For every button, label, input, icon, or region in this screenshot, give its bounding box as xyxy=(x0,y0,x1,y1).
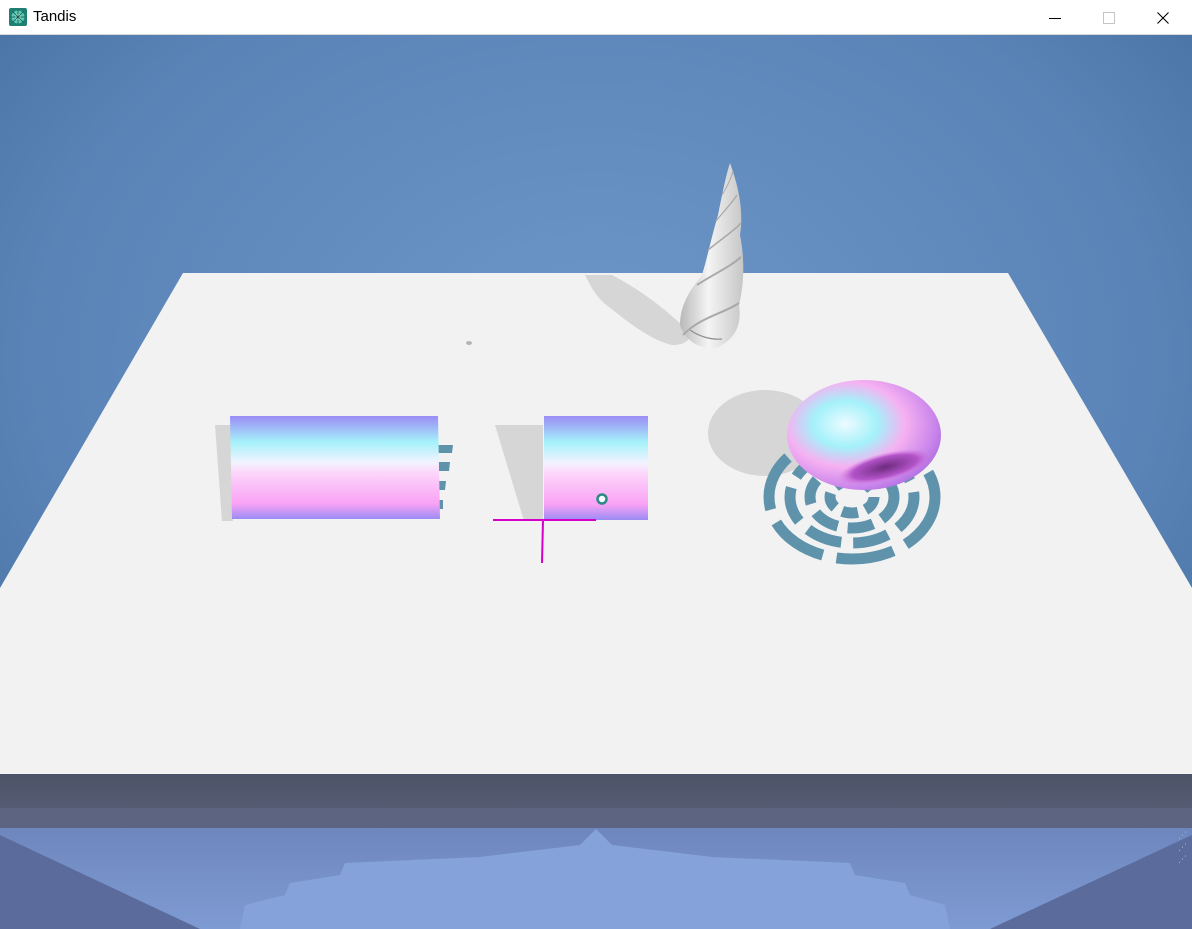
minimize-button[interactable] xyxy=(1028,0,1082,35)
window-title: Tandis xyxy=(33,8,77,25)
table-surface[interactable] xyxy=(0,273,1192,774)
gradient-cylinder-short[interactable] xyxy=(544,416,648,520)
maximize-icon xyxy=(1103,11,1115,24)
3d-viewport[interactable]: ⋰ ⋰ ⋰ xyxy=(0,35,1192,929)
minimize-icon xyxy=(1049,17,1061,19)
gradient-cylinder-long[interactable] xyxy=(230,416,440,519)
tandis-app-icon[interactable] xyxy=(9,8,27,26)
scene-canvas[interactable] xyxy=(0,35,1192,929)
table-dot xyxy=(466,341,472,345)
title-bar[interactable]: Tandis xyxy=(0,0,1192,35)
maximize-button[interactable] xyxy=(1082,0,1136,35)
selection-handle[interactable] xyxy=(596,493,608,505)
side-glyph: ⋰ ⋰ ⋰ xyxy=(1178,831,1187,865)
table-edge-band xyxy=(0,808,1192,828)
close-button[interactable] xyxy=(1136,0,1190,35)
close-icon xyxy=(1157,11,1169,24)
